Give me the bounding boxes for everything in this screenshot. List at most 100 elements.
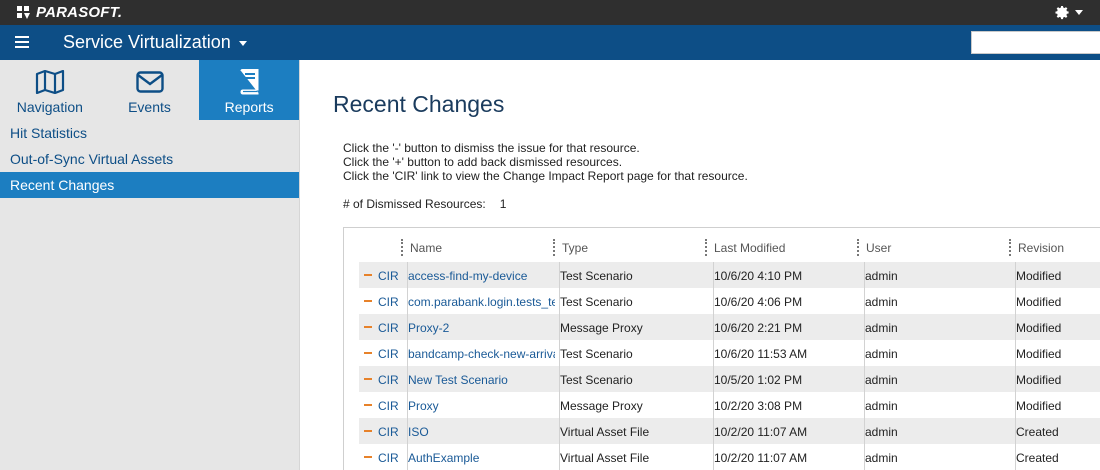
column-divider — [713, 314, 714, 340]
resource-type: Virtual Asset File — [560, 425, 650, 439]
hamburger-menu-icon[interactable] — [15, 36, 29, 48]
column-resize-handle[interactable] — [857, 239, 859, 256]
dismiss-button[interactable] — [364, 300, 372, 302]
tab-events[interactable]: Events — [100, 60, 200, 120]
column-header-revision[interactable]: Revision — [1018, 241, 1064, 255]
table-row[interactable]: CIR ISO Virtual Asset File 10/2/20 11:07 AM… — [359, 418, 1100, 444]
settings-menu[interactable] — [1055, 3, 1083, 21]
column-divider — [713, 392, 714, 418]
cir-link[interactable]: CIR — [378, 399, 399, 413]
dismiss-button[interactable] — [364, 378, 372, 380]
sidebar-item-hit-statistics[interactable]: Hit Statistics — [0, 120, 299, 146]
last-modified: 10/6/20 4:06 PM — [714, 295, 803, 309]
resource-name-link[interactable]: bandcamp-check-new-arrivals — [408, 347, 555, 361]
table-row[interactable]: CIR com.parabank.login.tests_test Test Sce… — [359, 288, 1100, 314]
brand-bar: PARASOFT. — [0, 0, 1100, 25]
resource-type: Test Scenario — [560, 295, 633, 309]
map-icon — [35, 70, 64, 94]
resource-name-link[interactable]: ISO — [408, 425, 555, 439]
revision: Modified — [1016, 347, 1062, 361]
gear-icon[interactable] — [1055, 5, 1070, 20]
cir-link[interactable]: CIR — [378, 295, 399, 309]
column-divider — [713, 288, 714, 314]
cir-link[interactable]: CIR — [378, 269, 399, 283]
column-header-last-modified[interactable]: Last Modified — [714, 241, 785, 255]
book-icon — [240, 69, 259, 95]
dismiss-button[interactable] — [364, 326, 372, 328]
dismiss-button[interactable] — [364, 430, 372, 432]
tab-reports[interactable]: Reports — [199, 60, 300, 120]
resource-name-link[interactable]: com.parabank.login.tests_test — [408, 295, 555, 309]
column-resize-handle[interactable] — [1009, 239, 1011, 256]
column-divider — [559, 288, 560, 314]
dismissed-label: # of Dismissed Resources: — [343, 197, 486, 211]
resource-name-link[interactable]: Proxy — [408, 399, 555, 413]
column-resize-handle[interactable] — [553, 239, 555, 256]
instruction-line: Click the '-' button to dismiss the issu… — [343, 141, 640, 155]
column-divider — [713, 262, 714, 288]
main-content: Recent Changes Click the '-' button to d… — [300, 60, 1100, 470]
column-divider — [864, 366, 865, 392]
column-divider — [559, 418, 560, 444]
resource-type: Message Proxy — [560, 321, 643, 335]
chevron-down-icon — [1075, 9, 1083, 15]
dismiss-button[interactable] — [364, 274, 372, 276]
column-divider — [407, 340, 408, 366]
sidebar-item-recent-changes[interactable]: Recent Changes — [0, 172, 299, 198]
last-modified: 10/6/20 2:21 PM — [714, 321, 803, 335]
column-divider — [559, 366, 560, 392]
column-divider — [1015, 366, 1016, 392]
cir-link[interactable]: CIR — [378, 425, 399, 439]
app-header: Service Virtualization — [0, 25, 1100, 60]
column-header-name[interactable]: Name — [410, 241, 442, 255]
instruction-line: Click the 'CIR' link to view the Change … — [343, 169, 748, 183]
column-divider — [713, 444, 714, 470]
sidebar-item-out-of-sync-virtual-assets[interactable]: Out-of-Sync Virtual Assets — [0, 146, 299, 172]
resource-name-link[interactable]: New Test Scenario — [408, 373, 555, 387]
table-row[interactable]: CIR AuthExample Virtual Asset File 10/2/20 … — [359, 444, 1100, 470]
column-divider — [559, 444, 560, 470]
revision: Modified — [1016, 399, 1062, 413]
dismiss-button[interactable] — [364, 404, 372, 406]
parasoft-logo-icon — [17, 6, 30, 19]
column-resize-handle[interactable] — [705, 239, 707, 256]
table-row[interactable]: CIR Proxy-2 Message Proxy 10/6/20 2:21 PM ad… — [359, 314, 1100, 340]
table-row[interactable]: CIR access-find-my-device Test Scenario 10/… — [359, 262, 1100, 288]
column-divider — [1015, 288, 1016, 314]
resource-name-link[interactable]: Proxy-2 — [408, 321, 555, 335]
column-divider — [864, 262, 865, 288]
cir-link[interactable]: CIR — [378, 321, 399, 335]
column-divider — [407, 392, 408, 418]
dismiss-button[interactable] — [364, 352, 372, 354]
table-row[interactable]: CIR New Test Scenario Test Scenario 10/5/20… — [359, 366, 1100, 392]
column-header-type[interactable]: Type — [562, 241, 588, 255]
search-input[interactable] — [971, 31, 1100, 54]
column-divider — [864, 392, 865, 418]
dismiss-button[interactable] — [364, 456, 372, 458]
column-divider — [1015, 262, 1016, 288]
resource-type: Test Scenario — [560, 269, 633, 283]
column-divider — [559, 314, 560, 340]
table-row[interactable]: CIR Proxy Message Proxy 10/2/20 3:08 PM admi… — [359, 392, 1100, 418]
user: admin — [865, 347, 898, 361]
column-resize-handle[interactable] — [401, 239, 403, 256]
table-header: Name Type Last Modified User Revision — [344, 228, 1100, 262]
user: admin — [865, 269, 898, 283]
user: admin — [865, 295, 898, 309]
cir-link[interactable]: CIR — [378, 373, 399, 387]
last-modified: 10/5/20 1:02 PM — [714, 373, 803, 387]
resource-name-link[interactable]: access-find-my-device — [408, 269, 555, 283]
table-row[interactable]: CIR bandcamp-check-new-arrivals Test Scena… — [359, 340, 1100, 366]
brand-logo: PARASOFT. — [16, 3, 122, 21]
column-divider — [407, 444, 408, 470]
tab-navigation[interactable]: Navigation — [0, 60, 100, 120]
column-header-user[interactable]: User — [866, 241, 891, 255]
last-modified: 10/6/20 4:10 PM — [714, 269, 803, 283]
column-divider — [864, 288, 865, 314]
column-divider — [864, 418, 865, 444]
tab-label: Reports — [224, 99, 274, 115]
cir-link[interactable]: CIR — [378, 451, 399, 465]
app-switcher[interactable]: Service Virtualization — [63, 32, 247, 53]
cir-link[interactable]: CIR — [378, 347, 399, 361]
resource-name-link[interactable]: AuthExample — [408, 451, 555, 465]
